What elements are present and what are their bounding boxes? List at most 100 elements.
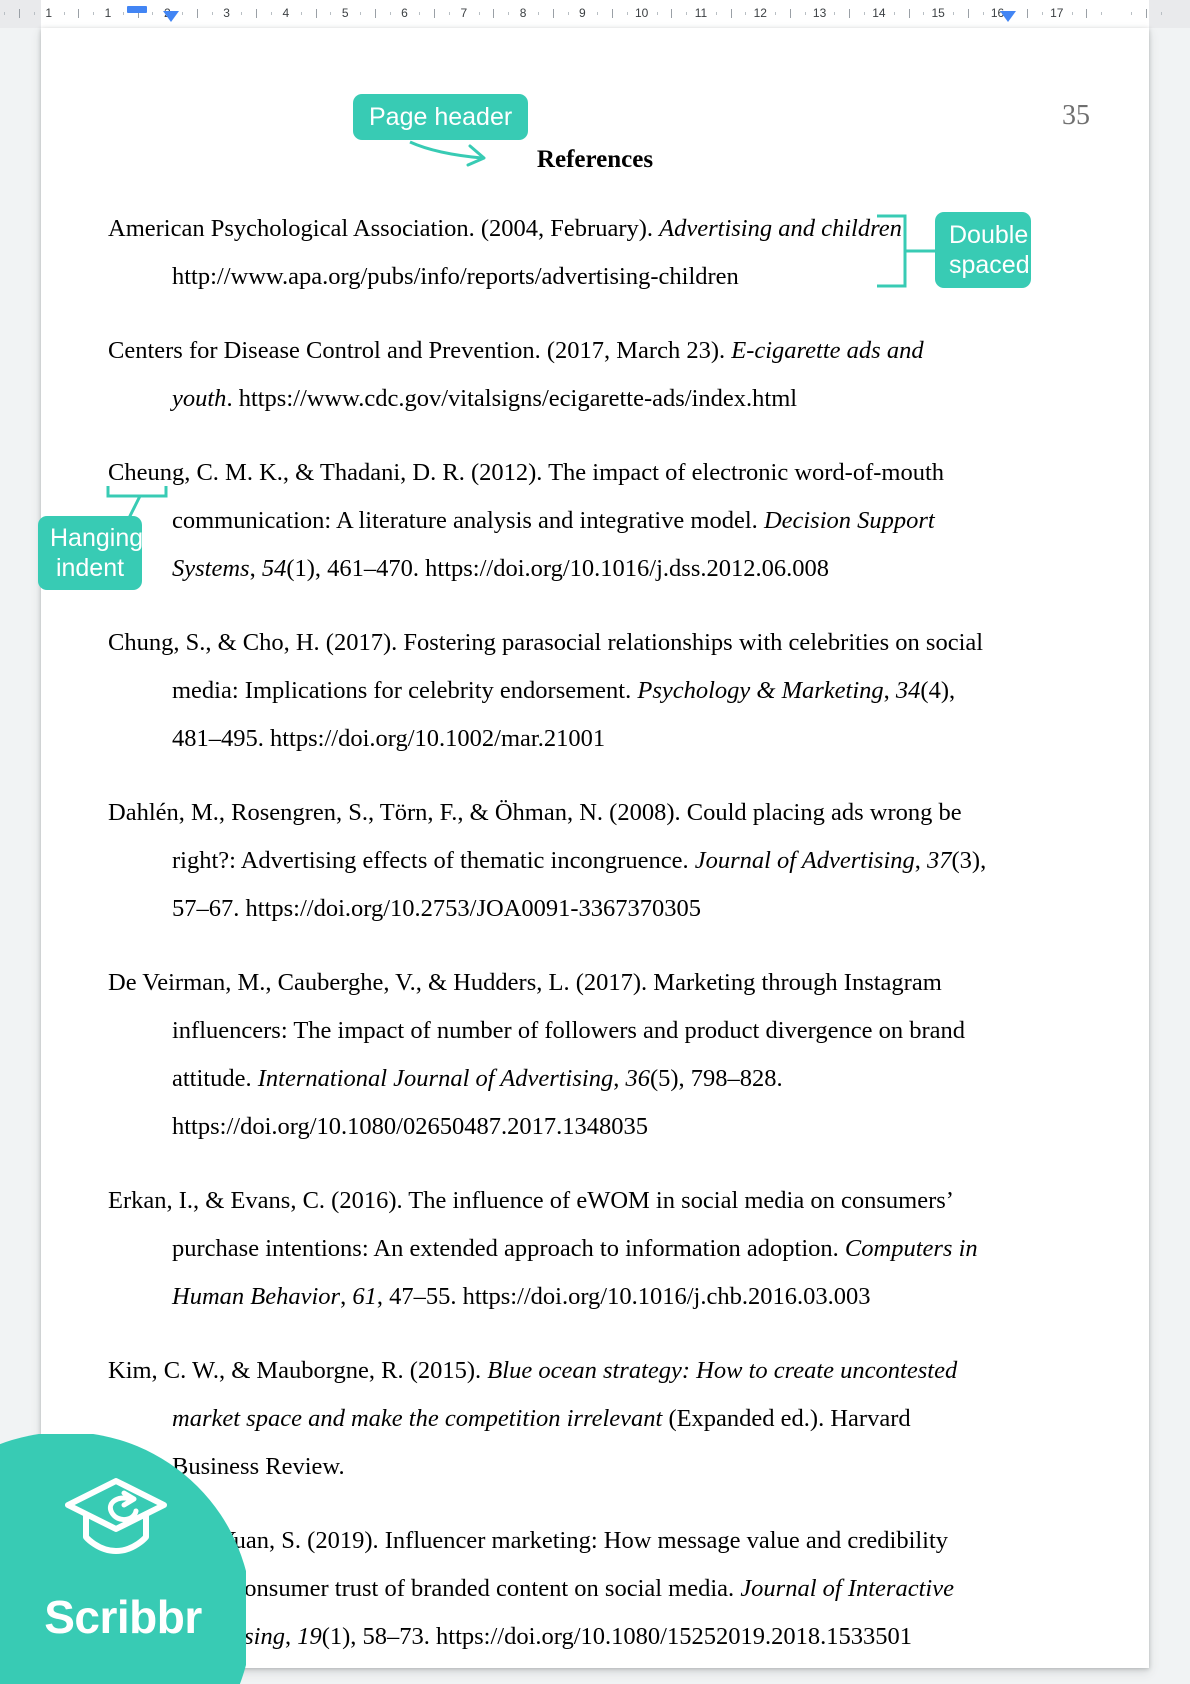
- ruler-tick-label: 8: [519, 6, 527, 20]
- ruler-tick: [241, 12, 243, 15]
- scribbr-logo: Scribbr: [0, 1434, 246, 1684]
- page-title: References: [536, 146, 654, 173]
- ruler-tick: [182, 12, 184, 15]
- ruler-tick: [567, 12, 569, 15]
- ruler-tick: [597, 12, 599, 15]
- ruler-tick: [775, 12, 777, 15]
- ruler-tick: [300, 12, 302, 15]
- hanging-indent-marker[interactable]: [163, 11, 179, 22]
- ruler-tick-label: 1: [104, 6, 112, 20]
- ruler-tick: [1027, 9, 1029, 18]
- reference-italic-text: 19: [297, 1623, 322, 1650]
- ruler-tick: [271, 12, 273, 15]
- reference-text: Kim, C. W., & Mauborgne, R. (2015).: [108, 1357, 488, 1384]
- reference-text: ,: [613, 1065, 626, 1092]
- ruler-tick: [4, 12, 6, 15]
- ruler-tick-label: 11: [694, 6, 708, 20]
- reference-italic-text: International Journal of Advertising: [257, 1065, 614, 1092]
- ruler-tick: [1130, 12, 1132, 15]
- reference-text: Erkan, I., & Evans, C. (2016). The influ…: [108, 1187, 953, 1262]
- ruler-tick: [374, 9, 376, 18]
- right-indent-marker[interactable]: [1000, 11, 1016, 22]
- reference-text: ,: [284, 1623, 298, 1650]
- ruler-tick-label: 5: [341, 6, 349, 20]
- ruler-tick-label: 1: [45, 6, 53, 20]
- ruler-tick-label: 6: [401, 6, 408, 20]
- reference-text: ,: [914, 847, 928, 874]
- ruler-tick: [849, 9, 851, 18]
- ruler-tick: [686, 12, 688, 15]
- reference-italic-text: 34: [895, 677, 921, 704]
- reference-italic-text: Advertising and children: [659, 215, 902, 242]
- ruler-tick: [893, 12, 895, 15]
- reference-entry[interactable]: Chung, S., & Cho, H. (2017). Fostering p…: [108, 619, 988, 763]
- ruler-tick: [493, 9, 495, 18]
- reference-text: American Psychological Association. (200…: [108, 215, 660, 242]
- document-editor-screen: 1 1 2 3 4 5 6 7 8 9 10 11 12 13 14 15 16 17 35 References…: [0, 0, 1190, 1684]
- reference-text: (1), 58–73. https://doi.org/10.1080/1525…: [321, 1623, 912, 1650]
- reference-text: ,: [340, 1283, 353, 1310]
- reference-italic-text: Journal of Advertising: [694, 847, 915, 874]
- reference-entry[interactable]: Erkan, I., & Evans, C. (2016). The influ…: [108, 1177, 988, 1321]
- ruler-tick: [19, 9, 21, 18]
- scribbr-wordmark: Scribbr: [44, 1591, 202, 1643]
- reference-text: , 47–55. https://doi.org/10.1016/j.chb.2…: [376, 1283, 871, 1310]
- ruler-tick-label: 3: [223, 6, 230, 20]
- ruler-tick: [804, 12, 806, 15]
- reference-text: Centers for Disease Control and Preventi…: [108, 337, 732, 364]
- reference-entry[interactable]: De Veirman, M., Cauberghe, V., & Hudders…: [108, 959, 988, 1151]
- reference-entry[interactable]: Dahlén, M., Rosengren, S., Törn, F., & Ö…: [108, 789, 988, 933]
- ruler-tick: [419, 12, 421, 15]
- document-ruler[interactable]: 1 1 2 3 4 5 6 7 8 9 10 11 12 13 14 15 16 17: [0, 0, 1190, 28]
- ruler-tick-label: 10: [635, 6, 649, 20]
- ruler-tick: [789, 9, 791, 18]
- ruler-tick: [1041, 12, 1043, 15]
- ruler-tick: [656, 12, 658, 15]
- ruler-tick: [834, 12, 836, 15]
- annotation-hanging-indent: Hanging indent: [38, 516, 143, 590]
- ruler-tick: [256, 9, 258, 18]
- annotation-page-header: Page header: [353, 94, 529, 140]
- ruler-tick: [1086, 9, 1088, 18]
- ruler-tick: [330, 12, 332, 15]
- reference-entry[interactable]: American Psychological Association. (200…: [108, 205, 988, 301]
- ruler-tick: [953, 12, 955, 15]
- reference-italic-text: 37: [927, 847, 952, 874]
- reference-italic-text: 61: [352, 1283, 377, 1310]
- reference-text: ,: [883, 677, 896, 704]
- left-indent-marker[interactable]: [127, 6, 147, 13]
- ruler-tick: [537, 12, 539, 15]
- ruler-tick-label: 4: [282, 6, 290, 20]
- ruler-tick-label: 14: [872, 6, 886, 20]
- ruler-tick: [1145, 9, 1147, 18]
- reference-italic-text: Psychology & Marketing: [637, 677, 884, 704]
- ruler-tick: [360, 12, 362, 15]
- ruler-tick: [315, 9, 317, 18]
- reference-entry[interactable]: Cheung, C. M. K., & Thadani, D. R. (2012…: [108, 449, 988, 593]
- ruler-tick: [122, 12, 124, 15]
- ruler-tick: [196, 9, 198, 18]
- ruler-tick-label: 7: [460, 6, 468, 20]
- ruler-tick: [923, 12, 925, 15]
- ruler-tick: [1071, 12, 1073, 15]
- ruler-tick: [63, 12, 65, 15]
- reference-italic-text: 36: [625, 1065, 650, 1092]
- ruler-tick-label: 15: [931, 6, 945, 20]
- reference-italic-text: 54: [261, 555, 287, 582]
- ruler-tick: [967, 9, 969, 18]
- ruler-tick: [389, 12, 391, 15]
- reference-entry[interactable]: Centers for Disease Control and Preventi…: [108, 327, 988, 423]
- ruler-tick: [730, 9, 732, 18]
- ruler-tick: [908, 9, 910, 18]
- ruler-tick: [1101, 12, 1103, 15]
- ruler-tick: [745, 12, 747, 15]
- ruler-tick: [982, 12, 984, 15]
- ruler-tick: [715, 12, 717, 15]
- ruler-tick: [508, 12, 510, 15]
- ruler-tick: [434, 9, 436, 18]
- ruler-tick: [211, 12, 213, 15]
- ruler-tick: [864, 12, 866, 15]
- ruler-tick: [552, 9, 554, 18]
- reference-text: ,: [249, 555, 262, 582]
- reference-text: (1), 461–470. https://doi.org/10.1016/j.…: [286, 555, 829, 582]
